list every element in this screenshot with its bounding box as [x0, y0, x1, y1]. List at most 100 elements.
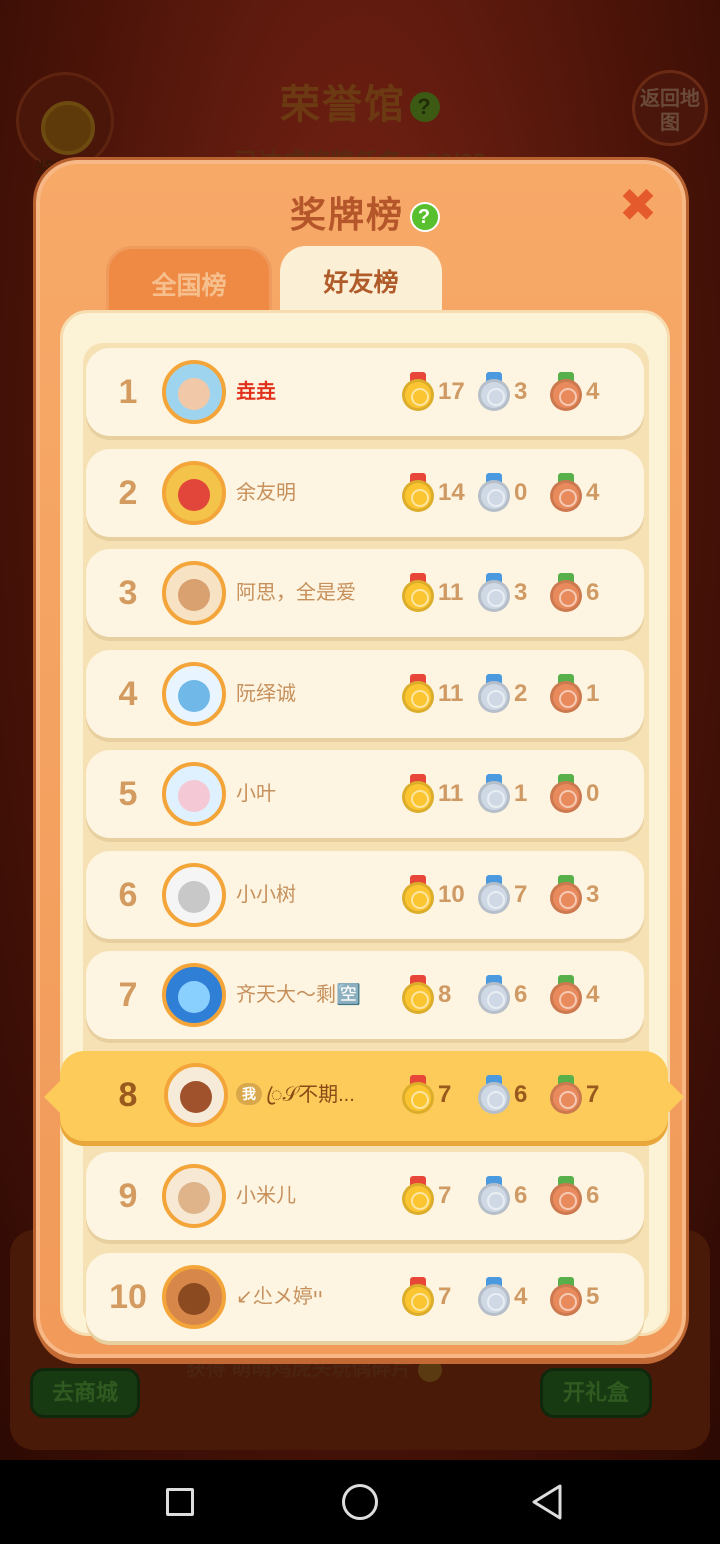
gold-medal-icon	[402, 673, 434, 714]
circle-icon	[342, 1484, 378, 1520]
gold-medal-count: 17	[438, 378, 465, 405]
avatar[interactable]	[162, 661, 226, 726]
avatar-face-icon	[178, 378, 210, 410]
gold-medal-icon	[402, 874, 434, 915]
leaderboard-row[interactable]: 2 余友明 14 0 4	[86, 448, 644, 537]
bronze-medal-count: 3	[586, 880, 600, 908]
avatar[interactable]	[162, 1164, 226, 1228]
player-name: 我ꦿ𝒮不期...	[236, 1051, 396, 1139]
avatar[interactable]	[162, 460, 226, 525]
help-icon[interactable]: ?	[410, 202, 440, 232]
leaderboard-row[interactable]: 3 阿思，全是爱 11 3 6	[86, 549, 644, 637]
open-gift-box-button[interactable]: 开礼盒	[540, 1368, 652, 1418]
rank-number: 2	[118, 473, 138, 512]
back-button[interactable]	[528, 1482, 568, 1522]
bronze-medal-icon	[550, 472, 582, 513]
avatar[interactable]	[162, 1264, 226, 1329]
avatar[interactable]	[162, 360, 226, 424]
bronze-medal-icon	[550, 1074, 582, 1115]
go-shop-button[interactable]: 去商城	[30, 1368, 140, 1418]
leaderboard-row[interactable]: 10 ↙尐メ婷ײ 7 4 5	[86, 1252, 644, 1341]
bronze-medal-icon	[550, 1176, 582, 1216]
leaderboard-row[interactable]: 6 小小树 10 7 3	[86, 850, 644, 939]
silver-medal-icon	[478, 372, 510, 412]
gold-medal-count: 7	[438, 1080, 452, 1108]
honor-hall-title-text: 荣誉馆	[280, 83, 406, 127]
avatar-face-icon	[178, 478, 210, 511]
rank-number: 4	[118, 674, 138, 713]
leaderboard-row[interactable]: 1 垚垚 17 3 4	[86, 348, 644, 436]
gold-medal-count: 10	[438, 880, 465, 908]
avatar[interactable]	[162, 561, 226, 625]
silver-medal-count: 1	[514, 780, 528, 807]
player-name: 阮绎诚	[236, 650, 396, 738]
gold-medal-count: 7	[438, 1182, 452, 1209]
silver-medal-icon	[478, 1074, 510, 1115]
player-name: ↙尐メ婷ײ	[236, 1253, 396, 1341]
player-name: 小小树	[236, 851, 396, 939]
bronze-medal-count: 4	[586, 478, 600, 506]
avatar[interactable]	[164, 1062, 228, 1127]
gold-medal-icon	[402, 472, 434, 513]
player-name-text: 余友明	[236, 481, 296, 504]
me-badge: 我	[236, 1082, 262, 1105]
help-icon[interactable]: ?	[410, 92, 440, 123]
gold-medal-icon	[402, 1074, 434, 1115]
square-icon	[166, 1488, 194, 1516]
back-to-map-button[interactable]: 返回地图	[632, 70, 708, 146]
gold-medal-icon	[402, 573, 434, 613]
player-name: 余友明	[236, 449, 396, 537]
dialog-title-text: 奖牌榜	[289, 194, 404, 235]
avatar-face-icon	[178, 1182, 210, 1214]
bronze-medal-icon	[550, 372, 582, 412]
silver-medal-icon	[478, 472, 510, 513]
silver-medal-icon	[478, 1276, 510, 1317]
silver-medal-icon	[478, 975, 510, 1015]
leaderboard-row[interactable]: 5 小叶 11 1 0	[86, 750, 644, 838]
gold-medal-count: 11	[438, 579, 464, 606]
silver-medal-icon	[478, 573, 510, 613]
triangle-back-icon	[532, 1484, 562, 1520]
dialog-title: 奖牌榜?	[40, 186, 690, 238]
close-icon[interactable]: ✖	[618, 182, 658, 228]
bronze-medal-icon	[550, 774, 582, 814]
rank-number: 9	[118, 1177, 138, 1215]
player-name-text: 阿思，全是爱	[236, 582, 356, 604]
bronze-medal-count: 4	[586, 981, 600, 1008]
player-name-text: ↙尐メ婷ײ	[236, 1285, 323, 1308]
player-name-text: 小米儿	[236, 1185, 296, 1207]
gold-medal-icon	[402, 1276, 434, 1317]
bronze-medal-icon	[550, 874, 582, 915]
silver-medal-count: 2	[514, 679, 528, 707]
rank-number: 6	[118, 875, 138, 914]
bronze-medal-icon	[550, 673, 582, 714]
avatar-face-icon	[178, 1282, 210, 1315]
home-button[interactable]	[340, 1482, 380, 1522]
leaderboard-row[interactable]: 9 小米儿 7 6 6	[86, 1152, 644, 1240]
player-name: 阿思，全是爱	[236, 549, 396, 637]
player-name: 小叶	[236, 750, 396, 838]
avatar-face-icon	[178, 981, 210, 1013]
gold-medal-icon	[402, 975, 434, 1015]
player-name-text: 垚垚	[236, 381, 276, 403]
silver-medal-icon	[478, 1176, 510, 1216]
silver-medal-count: 7	[514, 880, 528, 908]
avatar[interactable]	[162, 963, 226, 1027]
leaderboard-row-self[interactable]: 8 我ꦿ𝒮不期... 7 6 7	[44, 1050, 684, 1141]
leaderboard-row[interactable]: 7 齐天大～剩🈳 8 6 4	[86, 951, 644, 1039]
avatar-face-icon	[178, 579, 210, 611]
bronze-medal-count: 6	[586, 1182, 600, 1209]
bronze-medal-count: 7	[586, 1080, 600, 1108]
avatar-face-icon	[180, 1080, 212, 1113]
leaderboard-row[interactable]: 4 阮绎诚 11 2 1	[86, 649, 644, 738]
rank-number: 10	[109, 1277, 147, 1316]
avatar[interactable]	[162, 862, 226, 927]
system-nav-bar	[0, 1460, 720, 1544]
avatar-face-icon	[178, 780, 210, 812]
tab-national[interactable]: 全国榜	[106, 246, 272, 316]
silver-medal-count: 3	[514, 579, 528, 606]
gold-medal-count: 8	[438, 981, 452, 1008]
player-name-text: 阮绎诚	[236, 682, 296, 705]
avatar[interactable]	[162, 762, 226, 826]
recent-apps-button[interactable]	[162, 1482, 202, 1522]
